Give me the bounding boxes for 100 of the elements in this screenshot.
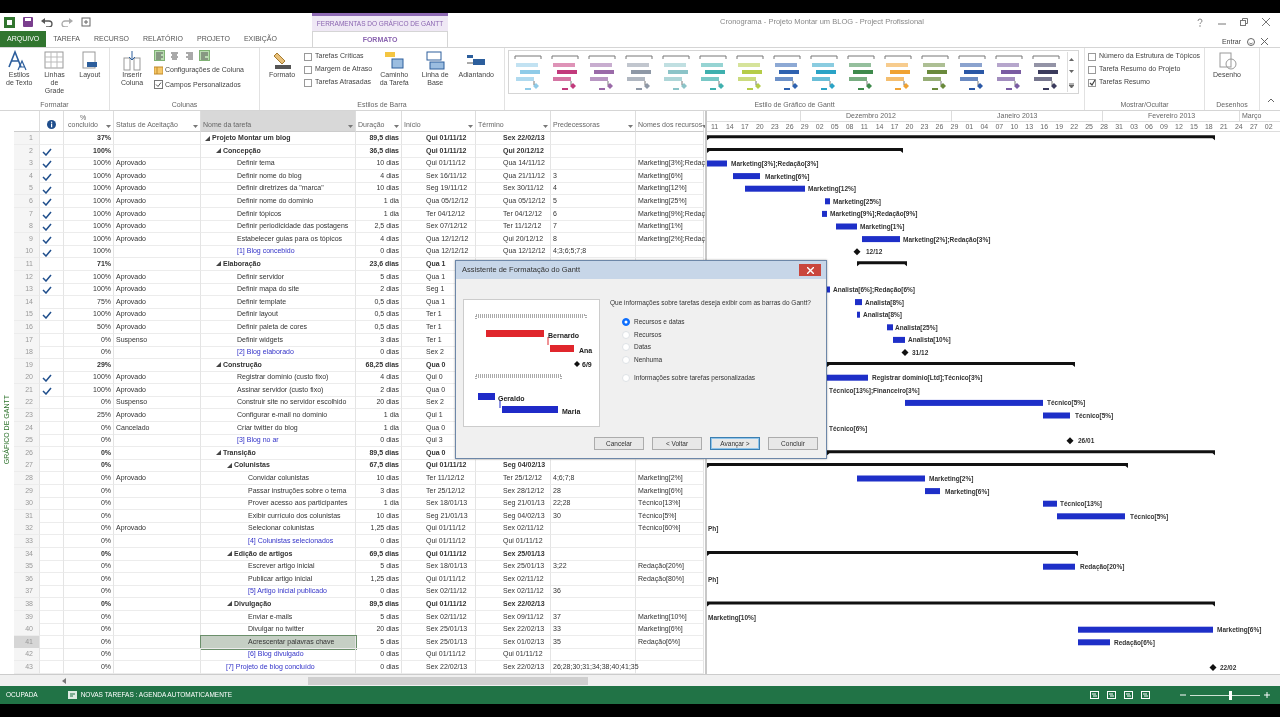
collapse-triangle-icon[interactable] <box>216 148 221 154</box>
baseline-icon <box>424 50 447 71</box>
radio-button[interactable] <box>622 318 630 326</box>
zoom-in-icon[interactable] <box>1264 692 1270 698</box>
task-bar <box>893 336 905 343</box>
task-bar <box>1043 412 1070 419</box>
align-button[interactable] <box>184 50 195 61</box>
dropdown-icon[interactable] <box>628 125 633 129</box>
empty-cell <box>636 585 704 599</box>
touch-mode-icon[interactable] <box>81 17 91 27</box>
collapse-triangle-icon[interactable] <box>227 462 232 468</box>
collapse-triangle-icon[interactable] <box>216 261 221 267</box>
gantt-style-swatch[interactable] <box>956 53 988 91</box>
milestone-marker <box>1066 437 1074 445</box>
task-bar <box>836 223 857 230</box>
collapse-triangle-icon[interactable] <box>227 601 232 607</box>
more-icon[interactable] <box>1069 82 1074 88</box>
close-button[interactable] <box>799 264 821 276</box>
scrollbar-thumb[interactable] <box>308 677 588 685</box>
dropdown-icon[interactable] <box>106 125 111 129</box>
insert-column-icon <box>121 50 143 71</box>
milestone-marker <box>1209 664 1217 671</box>
checkbox[interactable] <box>304 65 312 74</box>
task-bar <box>745 185 805 192</box>
align-icon <box>170 51 179 60</box>
resource-sheet-icon[interactable] <box>1141 691 1150 699</box>
checkmark-icon <box>42 311 52 320</box>
scroll-up-icon[interactable] <box>1069 56 1074 61</box>
redo-icon[interactable] <box>61 17 73 27</box>
gantt-style-icon <box>956 54 988 90</box>
gantt-style-swatch[interactable] <box>549 53 581 91</box>
gantt-style-swatch[interactable] <box>919 53 951 91</box>
task-bar <box>1057 513 1125 520</box>
empty-cell <box>636 535 704 548</box>
gantt-style-swatch[interactable] <box>697 53 729 91</box>
gantt-style-icon <box>697 54 729 90</box>
milestone-marker <box>853 248 861 256</box>
gantt-view-icon[interactable] <box>1090 691 1099 699</box>
collapse-ribbon-icon[interactable] <box>1268 98 1274 102</box>
app-icon <box>4 16 15 28</box>
gantt-style-swatch[interactable] <box>845 53 877 91</box>
gantt-style-swatch[interactable] <box>808 53 840 91</box>
checkbox[interactable] <box>1088 78 1096 87</box>
milestone-marker <box>901 349 909 356</box>
task-bar <box>887 324 893 331</box>
gantt-style-swatch[interactable] <box>1030 53 1062 91</box>
gantt-style-icon <box>808 54 840 90</box>
save-icon[interactable] <box>23 17 33 27</box>
task-bar <box>733 173 760 180</box>
column-settings-icon <box>154 65 163 75</box>
task-bar <box>1043 563 1075 570</box>
smiley-icon[interactable] <box>1247 37 1255 46</box>
gantt-style-swatch[interactable] <box>734 53 766 91</box>
checkbox[interactable] <box>304 52 312 61</box>
task-bar <box>825 198 830 205</box>
slider-thumb[interactable] <box>1228 690 1232 700</box>
dropdown-icon[interactable] <box>702 125 708 129</box>
task-usage-icon[interactable] <box>1107 691 1116 699</box>
gantt-style-swatch[interactable] <box>512 53 544 91</box>
checkbox[interactable] <box>1088 52 1096 61</box>
scroll-down-icon[interactable] <box>1069 69 1074 74</box>
task-bar <box>855 299 862 306</box>
zoom-out-icon[interactable] <box>1180 692 1186 698</box>
format-icon <box>271 50 293 71</box>
gantt-style-icon <box>882 54 914 90</box>
collapse-triangle-icon[interactable] <box>216 362 221 368</box>
undo-icon[interactable] <box>41 17 53 27</box>
gantt-style-swatch[interactable] <box>586 53 618 91</box>
align-icon <box>185 51 194 60</box>
gantt-style-swatch[interactable] <box>993 53 1025 91</box>
task-bar <box>827 374 868 381</box>
team-planner-icon[interactable] <box>1124 691 1133 699</box>
checkbox[interactable] <box>304 78 312 87</box>
empty-cell <box>636 245 704 259</box>
help-icon[interactable] <box>1196 17 1204 27</box>
task-bar <box>1078 639 1110 646</box>
empty-cell <box>636 144 704 158</box>
gantt-style-swatch[interactable] <box>771 53 803 91</box>
align-button[interactable] <box>169 50 180 61</box>
gantt-style-swatch[interactable] <box>660 53 692 91</box>
close-icon <box>806 266 814 274</box>
restore-icon[interactable] <box>1240 18 1248 26</box>
dropdown-icon[interactable] <box>193 125 198 129</box>
dropdown-icon[interactable] <box>394 125 399 129</box>
empty-cell <box>636 648 704 662</box>
empty-cell <box>636 547 704 561</box>
task-bar <box>857 475 925 482</box>
close-icon[interactable] <box>1262 18 1270 26</box>
collapse-triangle-icon[interactable] <box>205 135 210 141</box>
dropdown-icon[interactable] <box>348 125 353 129</box>
checkbox[interactable] <box>1088 65 1096 74</box>
collapse-triangle-icon[interactable] <box>227 551 232 557</box>
dropdown-icon[interactable] <box>543 125 548 129</box>
gantt-style-swatch[interactable] <box>882 53 914 91</box>
gantt-style-icon <box>771 54 803 90</box>
dropdown-icon[interactable] <box>468 125 473 129</box>
close-icon[interactable] <box>1261 38 1268 46</box>
gantt-style-swatch[interactable] <box>623 53 655 91</box>
task-bar <box>925 488 940 495</box>
collapse-triangle-icon[interactable] <box>216 450 221 456</box>
